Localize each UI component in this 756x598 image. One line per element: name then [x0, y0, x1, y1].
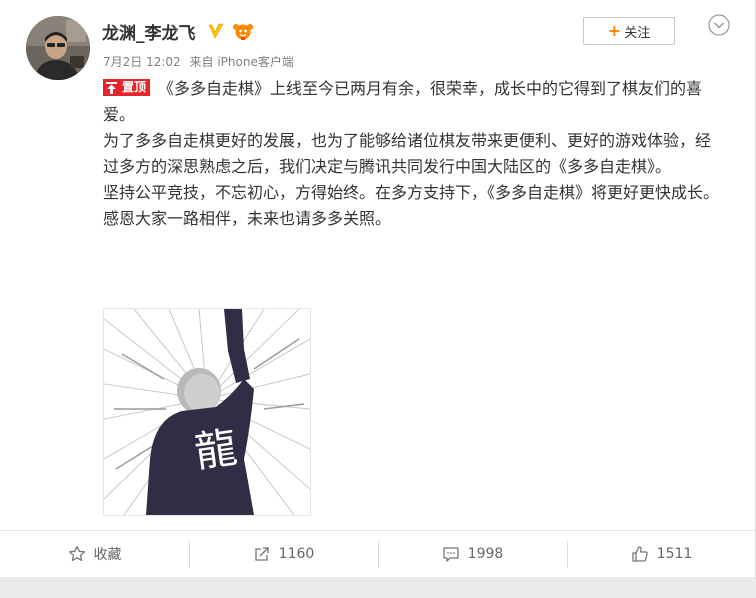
repost-count: 1160 [278, 546, 315, 562]
post-text: 置顶 《多多自走棋》上线至今已两月有余，很荣幸，成长中的它得到了棋友们的喜爱。 为… [103, 76, 723, 232]
favorite-button[interactable]: 收藏 [0, 531, 189, 578]
image-calligraphy: 龍 [192, 423, 240, 477]
pin-tag: 置顶 [103, 79, 151, 96]
avatar[interactable] [26, 16, 90, 80]
action-bar: 收藏 1160 1998 1511 [0, 530, 756, 577]
post-image[interactable]: 龍 [103, 308, 311, 516]
repost-icon [255, 547, 269, 561]
weibo-post-card: 龙渊_李龙飞 7月2日 12:02 来自 iPhone客户端 + 关注 置顶 《多… [0, 0, 756, 598]
pin-icon [103, 79, 120, 96]
favorite-label: 收藏 [93, 547, 122, 563]
follow-button[interactable]: + 关注 [583, 17, 675, 45]
pin-label: 置顶 [120, 79, 151, 96]
post-paragraph: 感恩大家一路相伴，未来也请多多关照。 [103, 209, 392, 228]
post-source: 来自 iPhone客户端 [189, 55, 294, 69]
vip-icon [233, 24, 253, 40]
comment-count: 1998 [467, 546, 504, 562]
plus-icon: + [607, 21, 622, 40]
post-paragraph: 坚持公平竞技，不忘初心，方得始终。在多方支持下，《多多自走棋》将更好更快成长。 [103, 183, 720, 202]
comment-icon [443, 547, 459, 562]
page-background [0, 577, 756, 598]
like-icon [632, 546, 648, 562]
chevron-down-icon[interactable] [708, 14, 730, 36]
post-date[interactable]: 7月2日 12:02 [103, 55, 181, 69]
paragraph-text: 《多多自走棋》上线至今已两月有余，很荣幸，成长中的它得到了棋友们的喜爱。 [103, 79, 703, 124]
star-icon [68, 545, 85, 562]
post-meta: 7月2日 12:02 来自 iPhone客户端 [103, 53, 299, 70]
like-button[interactable]: 1511 [567, 531, 756, 578]
like-count: 1511 [656, 546, 693, 562]
comment-button[interactable]: 1998 [378, 531, 567, 578]
post-paragraph: 置顶 《多多自走棋》上线至今已两月有余，很荣幸，成长中的它得到了棋友们的喜爱。 [103, 76, 723, 128]
verified-icon [208, 23, 224, 39]
follow-label: 关注 [624, 25, 651, 41]
repost-button[interactable]: 1160 [189, 531, 378, 578]
user-name[interactable]: 龙渊_李龙飞 [102, 19, 196, 44]
post-paragraph: 为了多多自走棋更好的发展，也为了能够给诸位棋友带来更便利、更好的游戏体验，经过多… [103, 131, 712, 176]
